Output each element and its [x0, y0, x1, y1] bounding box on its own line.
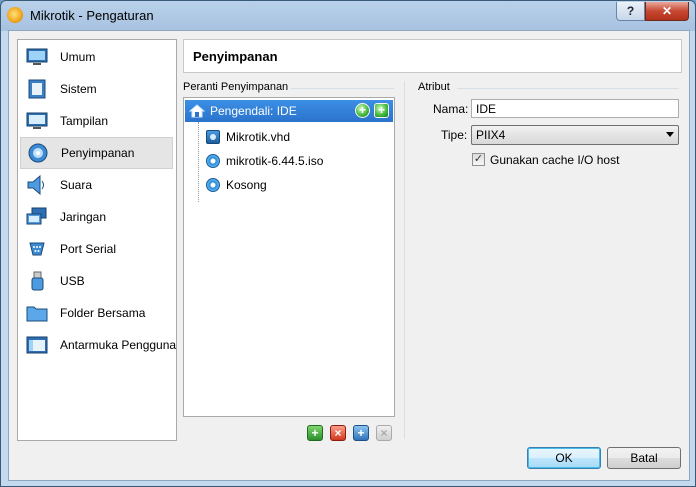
shared-folder-icon — [26, 306, 48, 322]
sidebar-item-label: USB — [60, 274, 85, 288]
storage-tree[interactable]: Pengendali: IDE + + Mikrotik.vhd mikroti… — [183, 97, 395, 417]
sidebar-item-penyimpanan[interactable]: Penyimpanan — [20, 137, 173, 169]
sidebar-item-label: Antarmuka Pengguna — [60, 338, 177, 352]
type-label: Tipe: — [441, 128, 468, 142]
ok-button[interactable]: OK — [527, 447, 601, 469]
host-io-cache-label[interactable]: Gunakan cache I/O host — [490, 153, 619, 167]
type-select[interactable]: PIIX4 — [471, 125, 679, 145]
sidebar-item-suara[interactable]: Suara — [20, 170, 173, 200]
page-header: Penyimpanan — [183, 39, 682, 73]
serial-port-icon — [29, 242, 45, 256]
sidebar-item-antarmuka-pengguna[interactable]: Antarmuka Pengguna — [20, 330, 177, 360]
sidebar-item-usb[interactable]: USB — [20, 266, 173, 296]
add-attachment-icon[interactable]: + — [353, 425, 369, 441]
storage-group-line — [291, 88, 394, 89]
host-io-cache-checkbox[interactable]: ✓ — [472, 153, 485, 166]
monitor-general-icon — [26, 48, 48, 65]
user-interface-icon — [26, 336, 48, 354]
type-select-value: PIIX4 — [476, 128, 506, 142]
settings-sidebar: Umum Sistem Tampilan Penyimpanan Suara J… — [17, 39, 177, 441]
sidebar-item-label: Sistem — [60, 82, 97, 96]
sidebar-item-umum[interactable]: Umum — [20, 42, 173, 72]
tree-item-label: mikrotik-6.44.5.iso — [226, 154, 324, 168]
storage-disk-icon — [28, 143, 48, 163]
speaker-icon — [27, 175, 44, 195]
title-bar[interactable]: Mikrotik - Pengaturan ? ✕ — [1, 1, 695, 30]
tree-item-label: Kosong — [226, 178, 267, 192]
usb-icon — [31, 271, 44, 291]
remove-controller-icon[interactable]: × — [330, 425, 346, 441]
window-title: Mikrotik - Pengaturan — [30, 8, 154, 23]
sidebar-item-label: Penyimpanan — [61, 146, 135, 160]
close-button[interactable]: ✕ — [645, 2, 689, 21]
network-icon — [26, 207, 47, 225]
sidebar-item-label: Umum — [60, 50, 96, 64]
controller-label: Pengendali: IDE — [210, 104, 297, 118]
hard-disk-icon — [206, 130, 220, 144]
tree-item-label: Mikrotik.vhd — [226, 130, 291, 144]
page-title: Penyimpanan — [193, 49, 278, 64]
cancel-button[interactable]: Batal — [607, 447, 681, 469]
controller-house-icon — [189, 104, 205, 118]
dialog-body: Umum Sistem Tampilan Penyimpanan Suara J… — [8, 30, 690, 481]
sidebar-item-label: Suara — [60, 178, 93, 192]
tree-item-controller-ide[interactable]: Pengendali: IDE + + — [185, 100, 393, 122]
sidebar-item-label: Folder Bersama — [60, 306, 146, 320]
add-controller-icon[interactable]: + — [307, 425, 323, 441]
display-monitor-icon — [26, 112, 48, 129]
attributes-group-label: Atribut — [418, 81, 450, 93]
sidebar-item-tampilan[interactable]: Tampilan — [20, 106, 173, 136]
name-label: Nama: — [433, 102, 469, 116]
tree-item-mikrotik-iso[interactable]: mikrotik-6.44.5.iso — [206, 150, 323, 172]
storage-group-label: Peranti Penyimpanan — [183, 81, 289, 93]
add-optical-drive-icon[interactable]: + — [355, 103, 370, 118]
sidebar-item-label: Tampilan — [60, 114, 109, 128]
sidebar-item-folder-bersama[interactable]: Folder Bersama — [20, 298, 173, 328]
app-gear-icon — [7, 7, 23, 23]
help-button[interactable]: ? — [616, 2, 645, 21]
panel-separator — [404, 81, 405, 439]
sidebar-item-jaringan[interactable]: Jaringan — [20, 202, 173, 232]
chevron-down-icon — [666, 132, 674, 137]
optical-disc-icon — [206, 178, 220, 192]
settings-window: Mikrotik - Pengaturan ? ✕ Umum Sistem Ta… — [0, 0, 696, 487]
sidebar-item-label: Jaringan — [60, 210, 107, 224]
sidebar-item-sistem[interactable]: Sistem — [20, 74, 173, 104]
system-chip-icon — [28, 79, 46, 99]
tree-item-kosong[interactable]: Kosong — [206, 174, 267, 196]
sidebar-item-label: Port Serial — [60, 242, 117, 256]
name-input[interactable]: IDE — [471, 99, 679, 118]
window-controls: ? ✕ — [616, 2, 689, 21]
tree-item-mikrotik-vhd[interactable]: Mikrotik.vhd — [206, 126, 290, 148]
remove-attachment-icon[interactable]: × — [376, 425, 392, 441]
optical-disc-icon — [206, 154, 220, 168]
add-hard-disk-icon[interactable]: + — [374, 103, 389, 118]
attributes-group-line — [457, 88, 679, 89]
sidebar-item-port-serial[interactable]: Port Serial — [20, 234, 173, 264]
storage-toolbar: + × + × — [307, 425, 392, 441]
